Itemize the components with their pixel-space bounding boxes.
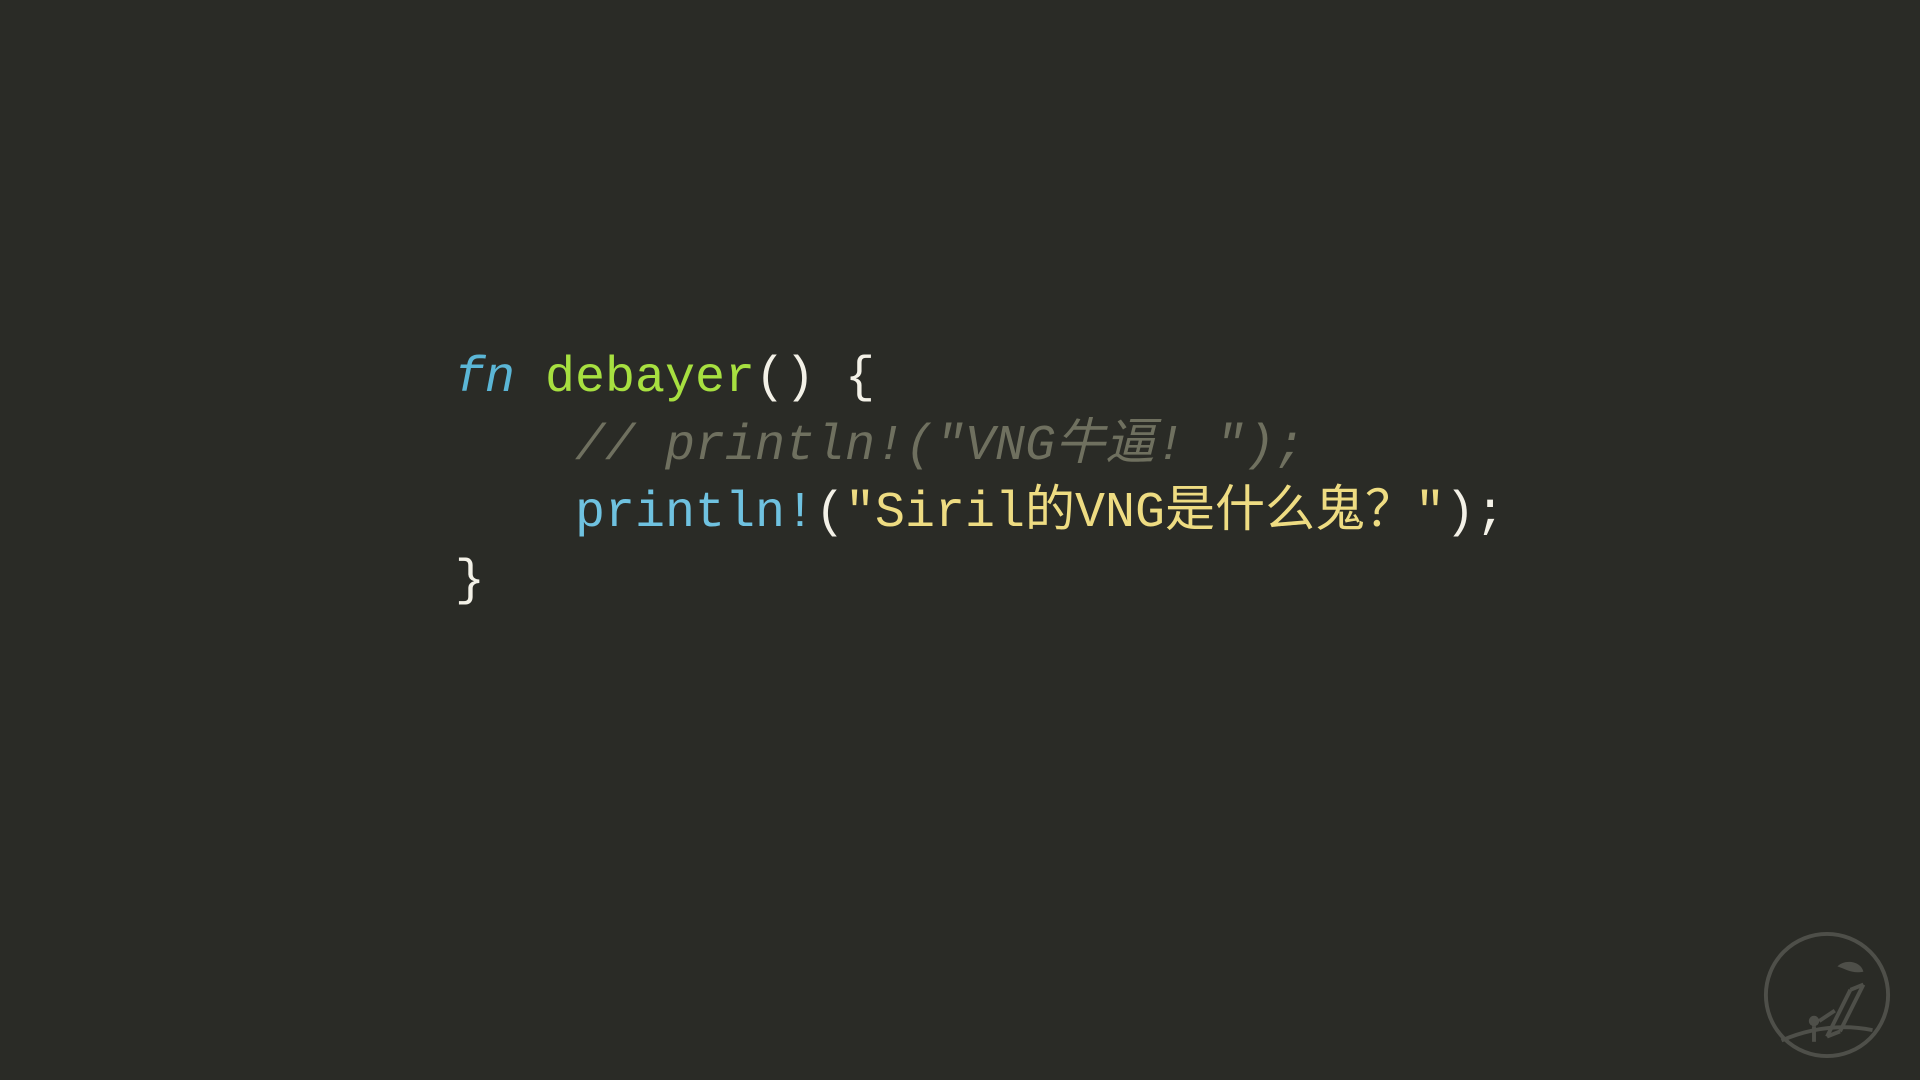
call-open: ( bbox=[815, 485, 845, 542]
brace-open: { bbox=[845, 350, 875, 407]
call-close: ) bbox=[1445, 485, 1475, 542]
code-block: fn debayer() { // println!("VNG牛逼! "); p… bbox=[455, 345, 1505, 615]
keyword-fn: fn bbox=[455, 350, 515, 407]
slide: fn debayer() { // println!("VNG牛逼! "); p… bbox=[0, 0, 1920, 1080]
paren-open: ( bbox=[755, 350, 785, 407]
comment-line: // println!("VNG牛逼! "); bbox=[575, 418, 1305, 475]
macro-println: println! bbox=[575, 485, 815, 542]
astronomy-logo-icon bbox=[1762, 930, 1892, 1060]
function-name: debayer bbox=[545, 350, 755, 407]
string-literal: "Siril的VNG是什么鬼？" bbox=[845, 485, 1445, 542]
brace-close: } bbox=[455, 553, 485, 610]
paren-close: ) bbox=[785, 350, 815, 407]
semicolon: ; bbox=[1475, 485, 1505, 542]
